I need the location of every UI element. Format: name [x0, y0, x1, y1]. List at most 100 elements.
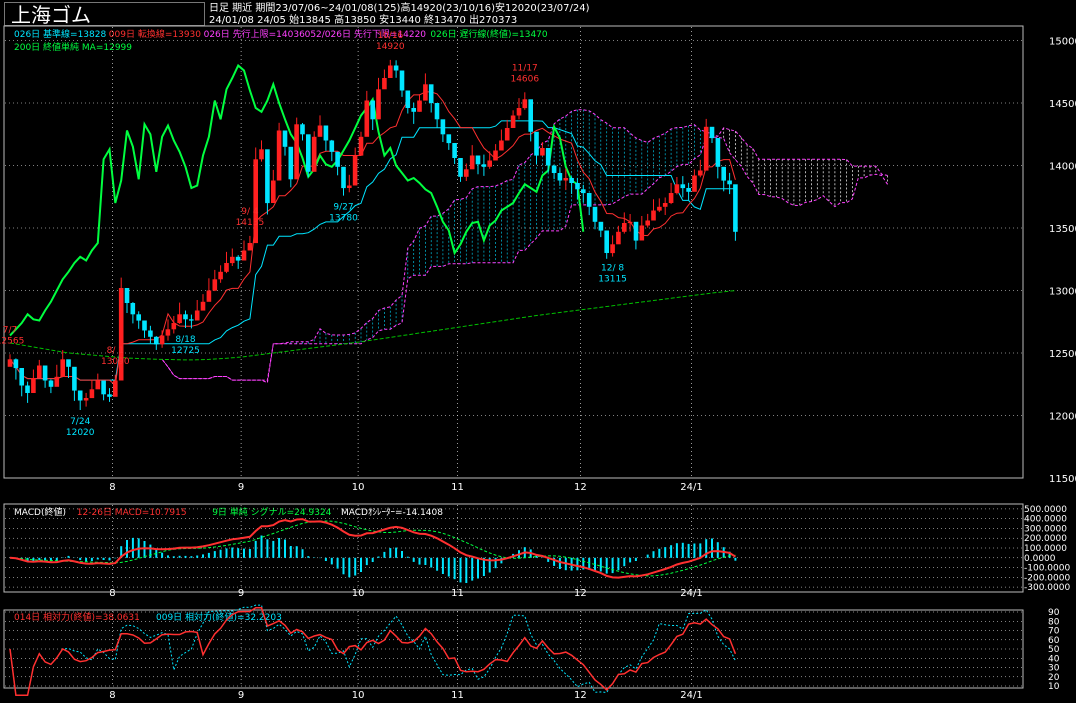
candle-body [282, 130, 288, 147]
candle-body [177, 314, 182, 324]
macd-line [9, 518, 736, 579]
chart-canvas: 11500 12000 12500 13000 13500 14000 14500 15000… [0, 25, 1076, 701]
candle-body [241, 250, 247, 261]
candle-body [434, 103, 440, 120]
legend-item: 026日 基準線=13828 [14, 30, 107, 40]
candle-body [31, 378, 36, 393]
candle-body [569, 178, 574, 183]
candle-body [335, 151, 340, 167]
candle-body [107, 394, 112, 397]
candle-body [411, 108, 416, 112]
y-tick-label: -100.0000 [1024, 564, 1070, 574]
senkou-a-line [161, 109, 888, 381]
ohlc-info: 24/01/08 24/05 始13845 高13850 安13440 終134… [209, 15, 518, 26]
candle-body [83, 398, 89, 401]
candle-body [382, 78, 387, 90]
y-tick-label: 12500 [1049, 349, 1076, 360]
legend-item: MACDｵｼﾚｰﾀｰ=-14.1408 [341, 508, 443, 518]
candle-body [487, 160, 492, 167]
x-tick-label: 12 [574, 482, 587, 493]
candle-body [399, 70, 405, 91]
candle-body [329, 140, 335, 152]
candle-body [171, 323, 177, 330]
x-tick-label: 11 [451, 482, 464, 493]
candle-body [89, 389, 95, 399]
legend-item: 052/026日 先行下限=14220 [304, 30, 427, 40]
annotation-value: 14606 [510, 74, 539, 84]
x-tick-label: 24/1 [680, 588, 702, 599]
x-tick-label: 9 [238, 482, 244, 493]
candle-body [581, 189, 586, 194]
annotation-value: 12020 [66, 428, 95, 438]
candle-body [376, 89, 381, 120]
candle-body [218, 271, 223, 280]
candle-body [194, 310, 200, 321]
candle-body [206, 290, 212, 302]
candle-body [136, 314, 141, 321]
y-tick-label: 70 [1048, 627, 1060, 637]
y-tick-label: 500.0000 [1024, 505, 1067, 515]
candle-body [709, 126, 715, 139]
candle-body [212, 279, 218, 291]
annotation-value: 14920 [376, 42, 405, 52]
candle-body [300, 124, 305, 135]
candle-body [698, 170, 703, 176]
candle-body [7, 359, 13, 367]
candle-body [25, 385, 30, 393]
candle-body [598, 221, 604, 231]
candle-body [563, 178, 569, 181]
candle-body [165, 329, 171, 336]
candle-body [370, 100, 375, 120]
candle-body [522, 99, 528, 109]
candle-body [703, 126, 709, 171]
candle-body [481, 164, 487, 167]
candle-body [510, 115, 516, 128]
candle-body [493, 150, 498, 161]
candle-body [294, 124, 299, 180]
candle-body [288, 146, 294, 180]
candle-body [19, 368, 24, 386]
candle-body [586, 193, 592, 207]
annotation-date: 7/24 [70, 417, 90, 427]
candle-body [189, 319, 194, 321]
candle-body [499, 140, 504, 151]
candle-body [557, 173, 563, 181]
candle-body [516, 108, 522, 116]
y-tick-label: 80 [1048, 617, 1060, 627]
candle-body [464, 169, 469, 177]
y-tick-label: 0.0000 [1024, 554, 1056, 564]
annotation-date: 9/ 4 [241, 207, 259, 217]
candle-body [610, 244, 615, 254]
candle-body [674, 184, 680, 194]
candle-body [247, 243, 253, 251]
candle-body [352, 155, 358, 186]
candle-body [311, 136, 317, 172]
candle-body [504, 128, 510, 141]
candle-body [528, 99, 533, 132]
candle-body [540, 148, 545, 156]
y-tick-label: 30 [1048, 664, 1060, 674]
candle-body [452, 143, 457, 158]
x-tick-label: 8 [109, 482, 115, 493]
x-tick-label: 9 [238, 690, 244, 701]
y-tick-label: 400.0000 [1024, 515, 1067, 525]
legend-item: 026日 遅行線(終値)=13470 [430, 30, 548, 40]
x-tick-label: 10 [352, 588, 365, 599]
y-tick-label: 13500 [1049, 224, 1076, 235]
x-tick-label: 8 [109, 588, 115, 599]
candle-body [692, 175, 697, 192]
legend-item: MACD(終値) [14, 508, 67, 518]
x-tick-label: 24/1 [680, 482, 702, 493]
y-tick-label: 300.0000 [1024, 525, 1067, 535]
candle-body [271, 180, 276, 203]
candle-body [657, 206, 662, 211]
candle-body [48, 380, 54, 387]
candle-body [42, 365, 48, 381]
x-tick-label: 8 [109, 690, 115, 701]
candle-body [622, 223, 627, 232]
candle-body [440, 119, 446, 135]
candle-body [575, 183, 580, 190]
annotation-date: 8/18 [175, 335, 195, 345]
candle-body [616, 231, 621, 245]
candle-body [662, 203, 668, 207]
